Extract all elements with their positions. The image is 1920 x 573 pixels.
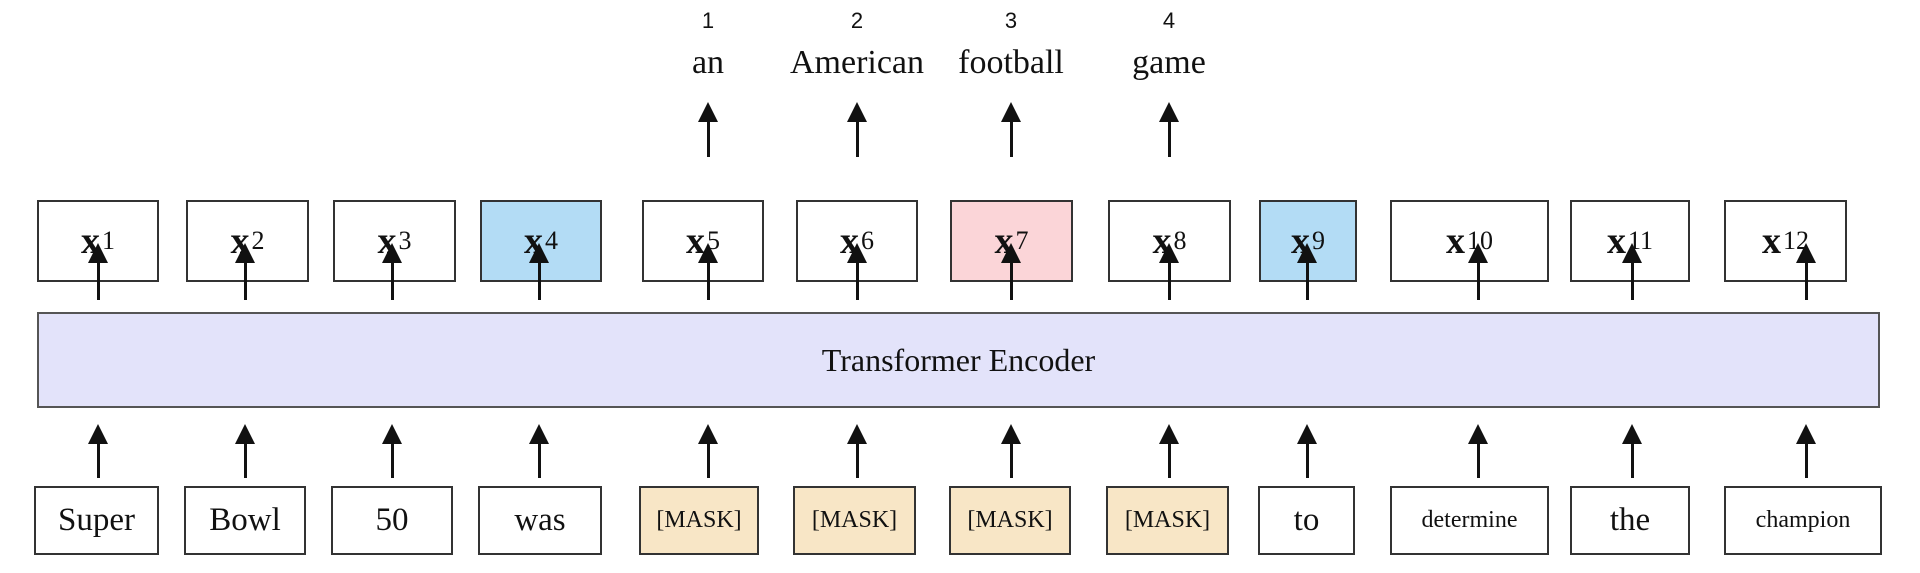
input-token: 50 [331, 486, 453, 555]
output-embedding-x12: x 12 [1724, 200, 1847, 282]
prediction-rank: 2 [850, 8, 864, 33]
input-token-mask: [MASK] [949, 486, 1071, 555]
input-token: the [1570, 486, 1690, 555]
input-token: champion [1724, 486, 1882, 555]
input-token-mask: [MASK] [793, 486, 916, 555]
input-token-mask: [MASK] [639, 486, 759, 555]
output-embedding-x10: x 10 [1390, 200, 1549, 282]
output-embedding-x2: x2 [186, 200, 309, 282]
input-token: Super [34, 486, 159, 555]
input-token: was [478, 486, 602, 555]
input-token: determine [1390, 486, 1549, 555]
output-embedding-x3: x3 [333, 200, 456, 282]
encoder-label: Transformer Encoder [821, 341, 1096, 378]
output-embedding-x4: x4 [480, 200, 602, 282]
prediction-rank: 3 [1004, 8, 1018, 33]
input-token: Bowl [184, 486, 306, 555]
prediction-rank: 4 [1162, 8, 1176, 33]
output-symbol: x [1446, 220, 1465, 262]
input-token: to [1258, 486, 1355, 555]
predicted-word: game [1132, 44, 1206, 81]
output-symbol: x [1762, 220, 1781, 262]
predicted-word: an [691, 44, 725, 81]
output-embedding-x5: x5 [642, 200, 764, 282]
predicted-word: football [958, 44, 1064, 81]
prediction-rank: 1 [701, 8, 715, 33]
predicted-word: American [789, 44, 925, 81]
transformer-encoder: Transformer Encoder [37, 312, 1880, 408]
input-token-mask: [MASK] [1106, 486, 1229, 555]
